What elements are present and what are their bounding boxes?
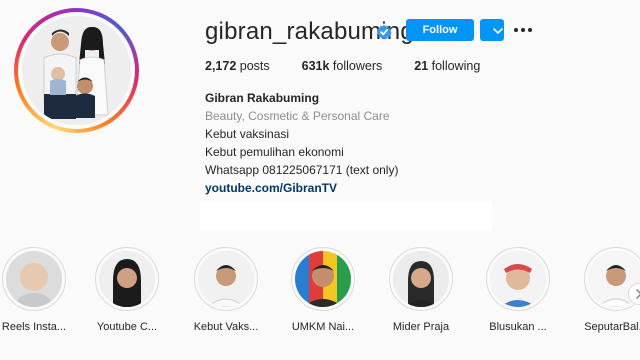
posts-count: 2,172 (205, 59, 237, 73)
highlight-cover (393, 251, 449, 307)
suggested-accounts-button[interactable] (480, 19, 504, 41)
more-horizontal-icon (514, 28, 518, 32)
highlight-label: Mider Praja (392, 321, 450, 333)
highlight-ring (389, 247, 453, 311)
woman-photo-icon (393, 251, 449, 307)
profile-avatar-frame (18, 12, 135, 129)
highlight-cover (490, 251, 546, 307)
profile-external-link[interactable]: youtube.com/GibranTV (205, 179, 398, 197)
highlight-cover (99, 251, 155, 307)
followers-label: followers (329, 59, 383, 73)
following-label: following (428, 59, 481, 73)
verified-badge-icon (376, 24, 392, 40)
woman-photo-icon (99, 251, 155, 307)
story-highlights: Reels Insta... Youtube C... Kebut Vaks..… (0, 247, 640, 360)
following-count: 21 (414, 59, 429, 73)
following-stat[interactable]: 21 following (414, 59, 480, 73)
highlight-ring (486, 247, 550, 311)
profile-bio: Gibran Rakabuming Beauty, Cosmetic & Per… (205, 89, 398, 197)
followers-count: 631k (301, 59, 330, 73)
highlight-label: SeputarBal... (584, 321, 640, 333)
highlight-cover (6, 251, 62, 307)
highlight-reels[interactable]: Reels Insta... (0, 247, 74, 333)
highlights-next-button[interactable] (628, 283, 640, 305)
highlight-ring (2, 247, 66, 311)
posts-stat: 2,172 posts (205, 59, 270, 73)
highlight-label: Blusukan ... (489, 321, 547, 333)
highlight-umkm[interactable]: UMKM Nai... (283, 247, 363, 333)
chevron-right-icon (636, 289, 640, 299)
man-photo-icon (198, 251, 254, 307)
posts-label: posts (236, 59, 270, 73)
more-options-button[interactable] (512, 20, 534, 40)
highlight-ring (194, 247, 258, 311)
family-photo-icon (22, 16, 131, 125)
bio-line: Kebut vaksinasi (205, 127, 290, 141)
blank-panel (200, 201, 492, 231)
highlight-kebut-vaksinasi[interactable]: Kebut Vaks... (186, 247, 266, 333)
more-horizontal-icon (528, 28, 532, 32)
highlight-label: UMKM Nai... (291, 321, 355, 333)
chevron-down-icon (493, 28, 503, 35)
profile-full-name: Gibran Rakabuming (205, 91, 320, 105)
highlight-blusukan[interactable]: Blusukan ... (478, 247, 558, 333)
highlight-cover (198, 251, 254, 307)
man-colorful-photo-icon (295, 251, 351, 307)
profile-category: Beauty, Cosmetic & Personal Care (205, 109, 390, 123)
highlight-ring (95, 247, 159, 311)
follow-button[interactable]: Follow (406, 19, 474, 41)
highlight-mider-praja[interactable]: Mider Praja (381, 247, 461, 333)
highlight-cover (295, 251, 351, 307)
highlight-ring (291, 247, 355, 311)
baby-photo-icon (6, 251, 62, 307)
profile-avatar-ring[interactable] (14, 8, 139, 133)
bio-line: Whatsapp 081225067171 (text only) (205, 163, 399, 177)
highlight-youtube[interactable]: Youtube C... (87, 247, 167, 333)
profile-avatar (22, 16, 131, 125)
highlight-label: Youtube C... (96, 321, 158, 333)
bio-line: Kebut pemulihan ekonomi (205, 145, 344, 159)
more-horizontal-icon (521, 28, 525, 32)
highlight-label: Reels Insta... (1, 321, 67, 333)
child-photo-icon (490, 251, 546, 307)
highlight-label: Kebut Vaks... (193, 321, 259, 333)
profile-stats: 2,172 posts 631k followers 21 following (205, 59, 480, 73)
followers-stat[interactable]: 631k followers (302, 59, 383, 73)
